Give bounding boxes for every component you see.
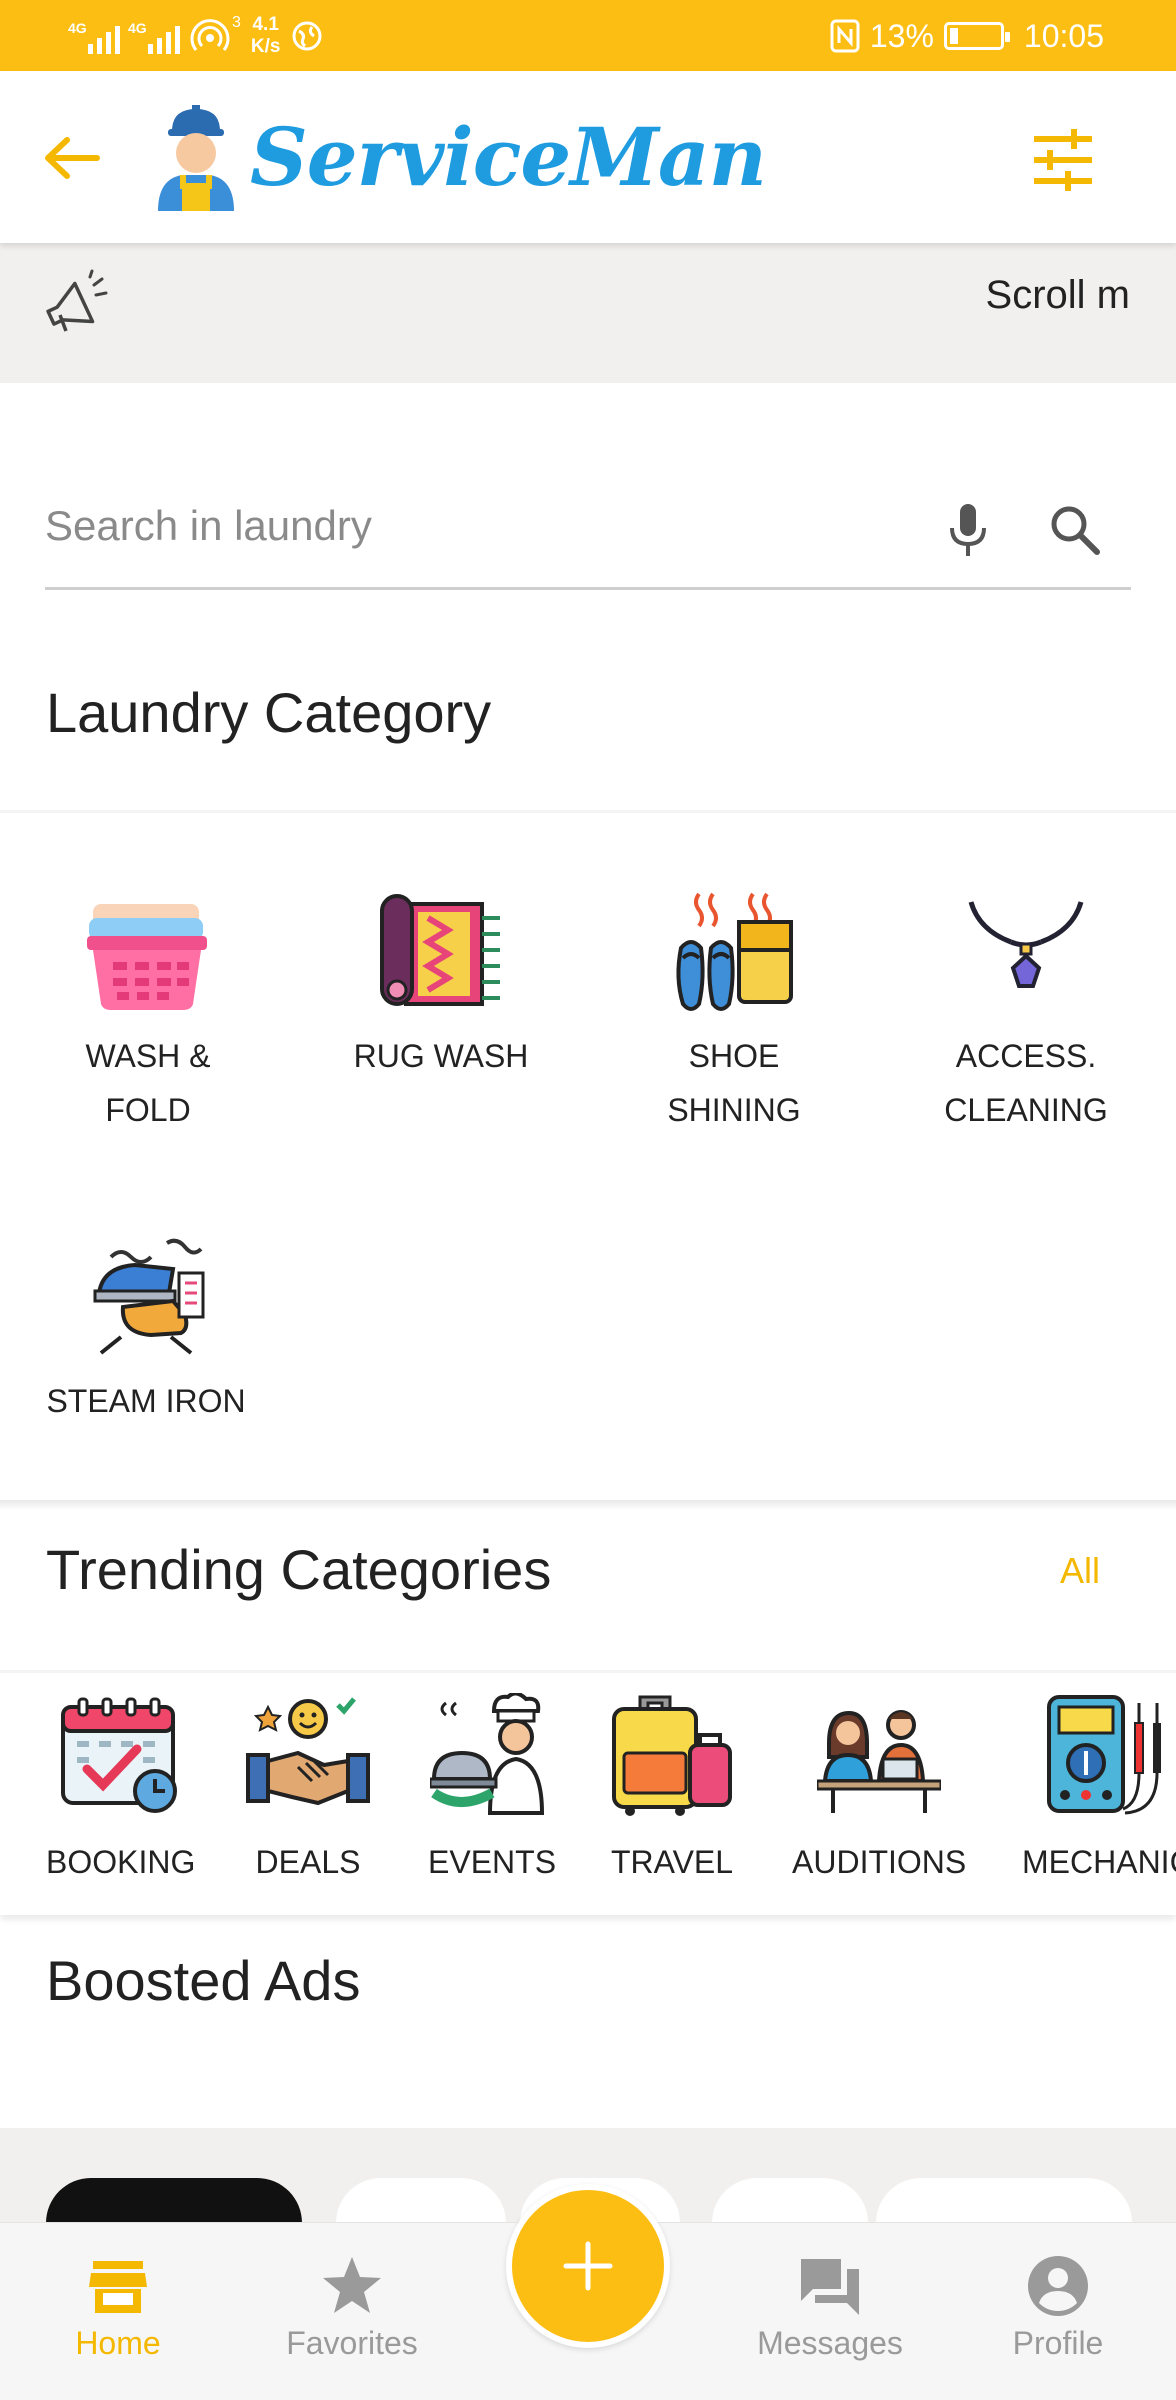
announcement-banner: Scroll m	[0, 243, 1176, 383]
arrow-back-icon	[45, 137, 100, 179]
trending-label: AUDITIONS	[792, 1844, 967, 1880]
app-logo: ServiceMan	[152, 99, 767, 215]
laundry-category-grid: WASH & FOLD RUG WASH SHOE SHINING ACCESS…	[0, 810, 1176, 1503]
account-icon	[1028, 2256, 1088, 2316]
nav-label: Favorites	[286, 2325, 418, 2361]
status-left: 4G 4G 3 4.1 K/s	[68, 14, 324, 58]
megaphone-icon	[46, 269, 108, 332]
network-speed: 4.1 K/s	[250, 14, 281, 57]
category-rug-wash[interactable]: RUG WASH	[326, 888, 556, 1083]
logo-text: ServiceMan	[250, 110, 767, 204]
necklace-icon	[968, 901, 1084, 988]
signal-label: 4G	[68, 20, 87, 36]
back-button[interactable]	[34, 121, 108, 195]
trending-item-deals[interactable]: DEALS	[246, 1693, 370, 1881]
boosted-ad-chip[interactable]	[46, 2178, 302, 2228]
boosted-ad-chip[interactable]	[876, 2178, 1132, 2228]
nfc-icon	[830, 19, 860, 53]
mic-icon	[950, 504, 986, 556]
battery-icon	[943, 22, 1010, 50]
category-label: CLEANING	[944, 1092, 1108, 1128]
category-label: RUG WASH	[353, 1038, 529, 1074]
trending-label: MECHANIC	[1022, 1844, 1176, 1880]
nav-label: Home	[75, 2325, 161, 2361]
status-bar: 4G 4G 3 4.1 K/s 13% 10:05	[0, 0, 1176, 71]
category-wash-fold[interactable]: WASH & FOLD	[33, 888, 263, 1137]
steam-iron-icon	[93, 1238, 205, 1355]
category-label: SHINING	[667, 1092, 801, 1128]
signal-label: 4G	[128, 20, 147, 36]
chat-icon	[801, 2259, 859, 2315]
search-input[interactable]	[45, 496, 905, 556]
serviceman-mascot-icon	[158, 105, 234, 211]
rug-icon	[380, 894, 500, 1006]
store-icon	[89, 2261, 147, 2313]
globe-icon	[292, 21, 322, 51]
marquee-text: Scroll m	[985, 273, 1130, 317]
category-label: SHOE	[688, 1038, 780, 1074]
trending-item-travel[interactable]: TRAVEL	[610, 1693, 734, 1881]
laundry-category-title: Laundry Category	[46, 681, 492, 744]
handshake-icon	[246, 1697, 370, 1806]
signal-icon: 4G	[128, 18, 180, 54]
trending-item-mechanic[interactable]: MECHANIC	[1022, 1693, 1176, 1881]
boosted-ads-title: Boosted Ads	[46, 1949, 361, 2012]
view-all-link[interactable]: All	[1060, 1550, 1100, 1592]
search-button[interactable]	[1047, 502, 1103, 558]
trending-item-events[interactable]: EVENTS	[428, 1691, 557, 1881]
laundry-basket-icon	[87, 904, 207, 1010]
search-bar	[45, 480, 1131, 590]
slippers-icon	[676, 892, 793, 1011]
status-right: 13% 10:05	[830, 14, 1104, 58]
chef-icon	[428, 1691, 545, 1815]
nav-favorites[interactable]: Favorites	[252, 2253, 452, 2362]
hotspot-icon	[190, 19, 230, 51]
category-shoe-shining[interactable]: SHOE SHINING	[619, 888, 849, 1137]
trending-label: TRAVEL	[610, 1844, 734, 1880]
luggage-icon	[612, 1695, 732, 1816]
add-post-button[interactable]	[506, 2184, 670, 2348]
search-icon	[1051, 506, 1100, 555]
nav-home[interactable]: Home	[18, 2253, 218, 2362]
interview-icon	[815, 1710, 943, 1813]
battery-percent: 13%	[869, 17, 934, 54]
trending-label: BOOKING	[46, 1844, 196, 1880]
trending-item-auditions[interactable]: AUDITIONS	[792, 1693, 966, 1881]
nav-profile[interactable]: Profile	[958, 2253, 1158, 2362]
trending-label: DEALS	[255, 1844, 361, 1880]
filter-button[interactable]	[1030, 127, 1096, 193]
category-label: WASH &	[85, 1038, 211, 1074]
voice-search-button[interactable]	[940, 500, 996, 560]
trending-categories-title: Trending Categories	[46, 1538, 552, 1601]
trending-label: EVENTS	[428, 1844, 557, 1880]
nav-label: Messages	[757, 2325, 903, 2361]
hotspot-count: 3	[232, 14, 241, 31]
category-label: ACCESS.	[955, 1038, 1097, 1074]
nav-label: Profile	[1012, 2325, 1104, 2361]
tune-icon	[1034, 129, 1092, 191]
boosted-ad-chip[interactable]	[712, 2178, 868, 2228]
plus-icon	[563, 2241, 613, 2291]
boosted-ad-chip[interactable]	[336, 2178, 506, 2228]
category-label: STEAM IRON	[46, 1383, 246, 1419]
signal-icon: 4G	[68, 18, 120, 54]
trending-categories-row[interactable]: BOOKING DEALS EVENTS TRAVEL AUDITIONS ME…	[0, 1670, 1176, 1915]
nav-messages[interactable]: Messages	[730, 2253, 930, 2362]
calendar-check-icon	[60, 1697, 177, 1813]
category-steam-iron[interactable]: STEAM IRON	[31, 1233, 261, 1428]
trending-item-booking[interactable]: BOOKING	[46, 1693, 195, 1881]
divider	[0, 1500, 1176, 1510]
clock: 10:05	[1023, 17, 1104, 54]
app-bar: ServiceMan	[0, 71, 1176, 243]
star-icon	[323, 2257, 381, 2313]
category-label: FOLD	[105, 1092, 191, 1128]
multimeter-icon	[1047, 1695, 1162, 1815]
category-accessories-cleaning[interactable]: ACCESS. CLEANING	[911, 888, 1141, 1137]
